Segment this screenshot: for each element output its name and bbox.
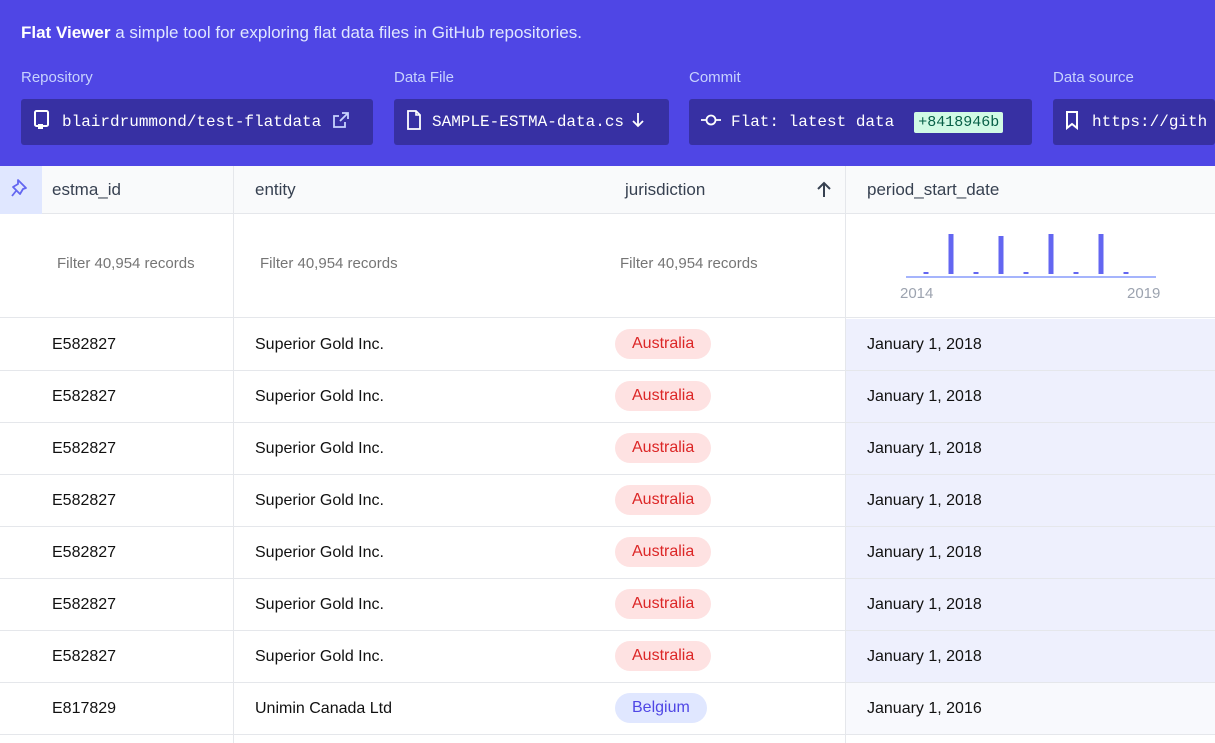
app-description: a simple tool for exploring flat data fi… — [115, 23, 582, 42]
data-source-link[interactable]: https://gith — [1053, 99, 1215, 145]
table-row[interactable]: E817829 Unimin Canada Ltd Belgium January 1… — [0, 683, 1215, 735]
jurisdiction-badge[interactable]: Australia — [615, 381, 712, 411]
entity-cell: Superior Gold Inc. — [255, 596, 384, 613]
repository-label: Repository — [21, 69, 93, 86]
data-file-picker[interactable]: SAMPLE-ESTMA-data.cs — [394, 99, 669, 145]
date-histogram[interactable] — [900, 228, 1160, 282]
data-file-field: Data File SAMPLE-ESTMA-data.cs — [394, 68, 669, 145]
histogram-bar[interactable] — [1048, 234, 1054, 274]
column-divider — [233, 166, 234, 743]
commit-message: Flat: latest data — [731, 113, 895, 131]
period-start-date-cell: January 1, 2018 — [867, 648, 982, 665]
external-link-icon[interactable] — [332, 111, 350, 134]
data-table: estma_id entity jurisdiction period_star… — [0, 166, 1215, 743]
jurisdiction-badge[interactable]: Australia — [615, 537, 712, 567]
commit-sha-badge: +8418946b — [914, 111, 1004, 133]
period-start-date-cell: January 1, 2018 — [867, 544, 982, 561]
histogram-bar[interactable] — [923, 272, 929, 274]
entity-cell: Superior Gold Inc. — [255, 492, 384, 509]
repository-picker[interactable]: blairdrummond/test-flatdata — [21, 99, 373, 145]
estma-id-cell: E817829 — [52, 700, 117, 717]
period-start-date-cell: January 1, 2016 — [867, 700, 982, 717]
pin-column-toggle[interactable] — [0, 166, 42, 214]
filter-jurisdiction-input[interactable] — [620, 255, 820, 272]
histogram-bar[interactable] — [1023, 272, 1029, 274]
estma-id-cell: E582827 — [52, 596, 117, 613]
column-divider — [845, 166, 846, 743]
period-start-date-cell: January 1, 2018 — [867, 492, 982, 509]
column-header-period-start-date[interactable]: period_start_date — [867, 166, 999, 214]
estma-id-cell: E582827 — [52, 648, 117, 665]
histogram-axis-end: 2019 — [1127, 285, 1161, 302]
estma-id-cell: E582827 — [52, 388, 117, 405]
entity-cell: Superior Gold Inc. — [255, 440, 384, 457]
estma-id-cell: E582827 — [52, 336, 117, 353]
entity-cell: Superior Gold Inc. — [255, 544, 384, 561]
jurisdiction-badge[interactable]: Australia — [615, 433, 712, 463]
histogram-bar[interactable] — [948, 234, 954, 274]
chevron-down-icon[interactable] — [632, 111, 644, 134]
commit-label: Commit — [689, 69, 741, 86]
entity-cell: Superior Gold Inc. — [255, 388, 384, 405]
entity-cell: Superior Gold Inc. — [255, 648, 384, 665]
data-source-field: Data source https://gith — [1053, 68, 1215, 145]
commit-icon — [701, 113, 721, 132]
table-row[interactable]: E582827 Superior Gold Inc. Australia Januar… — [0, 423, 1215, 475]
repository-name: blairdrummond/test-flatdata — [62, 113, 322, 131]
app-tagline: Flat Viewer a simple tool for exploring … — [21, 23, 582, 43]
column-header-jurisdiction[interactable]: jurisdiction — [625, 166, 705, 214]
filter-row: 2014 2019 — [0, 214, 1215, 318]
table-row[interactable]: E582827 Superior Gold Inc. Australia Januar… — [0, 631, 1215, 683]
jurisdiction-badge[interactable]: Australia — [615, 641, 712, 671]
histogram-bar[interactable] — [998, 236, 1004, 274]
period-start-date-cell: January 1, 2018 — [867, 336, 982, 353]
app-header: Flat Viewer a simple tool for exploring … — [0, 0, 1215, 166]
estma-id-cell: E582827 — [52, 492, 117, 509]
column-header-estma-id[interactable]: estma_id — [52, 166, 121, 214]
column-header-entity[interactable]: entity — [255, 166, 296, 214]
jurisdiction-badge[interactable]: Australia — [615, 589, 712, 619]
jurisdiction-badge[interactable]: Belgium — [615, 693, 707, 723]
period-start-date-cell: January 1, 2018 — [867, 440, 982, 457]
file-icon — [406, 109, 422, 135]
app-brand: Flat Viewer — [21, 23, 111, 42]
estma-id-cell: E582827 — [52, 544, 117, 561]
period-start-date-cell: January 1, 2018 — [867, 388, 982, 405]
histogram-axis-start: 2014 — [900, 285, 934, 302]
entity-cell: Superior Gold Inc. — [255, 336, 384, 353]
data-source-url: https://gith — [1092, 113, 1208, 131]
entity-cell: Unimin Canada Ltd — [255, 700, 392, 717]
repository-field: Repository blairdrummond/test-flatdata — [21, 68, 373, 145]
histogram-bar[interactable] — [1098, 234, 1104, 274]
histogram-bar[interactable] — [1123, 272, 1129, 274]
pin-icon — [10, 177, 32, 204]
jurisdiction-badge[interactable]: Australia — [615, 485, 712, 515]
table-row[interactable]: E582827 Superior Gold Inc. Australia Januar… — [0, 579, 1215, 631]
table-row[interactable]: E582827 Superior Gold Inc. Australia Januar… — [0, 527, 1215, 579]
commit-field: Commit Flat: latest data +8418946b — [689, 68, 1032, 145]
data-file-name: SAMPLE-ESTMA-data.cs — [432, 113, 625, 131]
sort-ascending-icon[interactable] — [816, 180, 832, 205]
data-file-label: Data File — [394, 69, 455, 86]
histogram-bar[interactable] — [973, 272, 979, 274]
table-row[interactable]: E582827 Superior Gold Inc. Australia Januar… — [0, 371, 1215, 423]
table-row[interactable]: E582827 Superior Gold Inc. Australia Januar… — [0, 319, 1215, 371]
filter-entity-input[interactable] — [260, 255, 460, 272]
period-start-date-cell: January 1, 2018 — [867, 596, 982, 613]
filter-estma-id-input[interactable] — [57, 255, 227, 272]
repo-icon — [33, 109, 51, 135]
bookmark-icon — [1065, 110, 1079, 135]
jurisdiction-badge[interactable]: Australia — [615, 329, 712, 359]
commit-picker[interactable]: Flat: latest data +8418946b — [689, 99, 1032, 145]
table-header-row: estma_id entity jurisdiction period_star… — [0, 166, 1215, 214]
table-row[interactable]: E582827 Superior Gold Inc. Australia Januar… — [0, 475, 1215, 527]
estma-id-cell: E582827 — [52, 440, 117, 457]
data-source-label: Data source — [1053, 69, 1134, 86]
histogram-bar[interactable] — [1073, 272, 1079, 274]
